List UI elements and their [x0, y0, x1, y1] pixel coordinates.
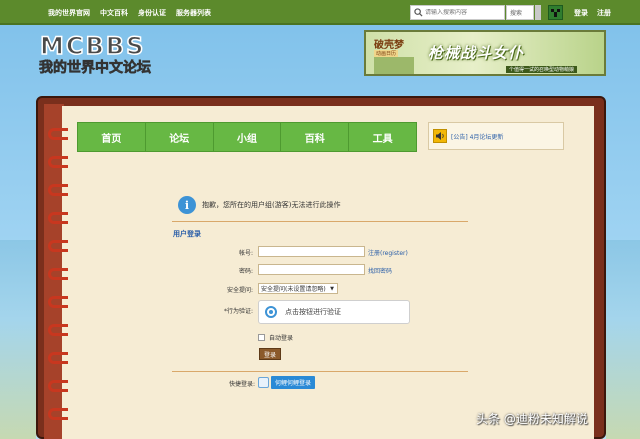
login-section-title: 用户登录	[173, 230, 201, 238]
nav-server-list[interactable]: 服务器列表	[176, 8, 211, 18]
binder-ring	[48, 184, 68, 196]
quick-login-label: 快捷登录:	[228, 381, 255, 388]
menu-forum[interactable]: 论坛	[146, 123, 214, 151]
binder-ring	[48, 156, 68, 168]
binder-ring	[48, 380, 68, 392]
background-scenery-left	[0, 240, 36, 439]
alert-text: 抱歉，您所在的用户组(游客)无法进行此操作	[202, 201, 341, 209]
logo-subtitle: 我的世界中文论坛	[39, 59, 151, 76]
permission-alert: i 抱歉，您所在的用户组(游客)无法进行此操作	[178, 196, 340, 214]
password-input[interactable]	[258, 264, 365, 275]
banner-headline: 枪械战斗女仆	[428, 44, 525, 62]
checkbox-box[interactable]	[258, 334, 265, 341]
quick-login-button[interactable]: 何鲤何鲤登录	[258, 376, 316, 389]
menu-groups[interactable]: 小组	[214, 123, 282, 151]
captcha-text: 点击按钮进行验证	[285, 308, 341, 316]
watermark: 头条 @迪粉未知解说	[476, 412, 588, 426]
binder-ring	[48, 128, 68, 140]
creeper-avatar-icon[interactable]	[548, 5, 563, 20]
captcha-button[interactable]: 点击按钮进行验证	[258, 300, 410, 324]
menu-tools[interactable]: 工具	[349, 123, 416, 151]
search-scope-dropdown[interactable]	[535, 5, 541, 20]
captcha-radio-icon	[265, 306, 277, 318]
background-scenery-right	[606, 240, 640, 439]
binder-ring	[48, 212, 68, 224]
quick-login-text: 何鲤何鲤登录	[271, 376, 316, 389]
announcement-link[interactable]: [公告] 4月论坛更新	[451, 132, 503, 141]
banner-caption: 个值得一试的召唤型动物萌娘	[506, 66, 578, 73]
banner-tag: 动画日历	[374, 50, 399, 57]
site-logo[interactable]: MCBBS 我的世界中文论坛	[36, 30, 174, 76]
login-submit-button[interactable]: 登录	[259, 348, 281, 360]
security-question-value: 安全提问(未设置请忽略)	[261, 286, 326, 293]
binder-ring	[48, 296, 68, 308]
top-bar: 我的世界官网 中文百科 身份认证 服务器列表 搜索 登录 注册	[0, 0, 640, 25]
banner-title: 破壳梦	[374, 40, 404, 51]
security-question-label: 安全提问:	[226, 287, 253, 294]
nav-verification[interactable]: 身份认证	[138, 8, 166, 18]
speaker-icon	[433, 129, 447, 143]
security-question-select[interactable]: 安全提问(未设置请忽略) ▼	[258, 283, 338, 294]
search-scope-select[interactable]: 搜索	[506, 5, 534, 20]
divider	[172, 371, 468, 372]
auto-login-checkbox[interactable]: 自动登录	[258, 333, 293, 342]
menu-wiki[interactable]: 百科	[281, 123, 350, 151]
binder-ring	[48, 240, 68, 252]
search-icon	[411, 6, 425, 20]
search-scope-label: 搜索	[510, 10, 523, 17]
search-box	[410, 5, 505, 20]
banner-illustration	[374, 57, 414, 74]
binder-ring	[48, 352, 68, 364]
nav-wiki[interactable]: 中文百科	[100, 8, 128, 18]
password-label: 密码:	[238, 268, 253, 275]
quick-login-icon	[258, 377, 269, 388]
register-link-form[interactable]: 注册(register)	[368, 248, 408, 257]
nav-official-site[interactable]: 我的世界官网	[48, 8, 90, 18]
login-link[interactable]: 登录	[574, 0, 588, 25]
main-menu: 首页 论坛 小组 百科 工具	[77, 122, 417, 152]
promo-banner[interactable]: 破壳梦 动画日历 枪械战斗女仆 个值得一试的召唤型动物萌娘	[364, 30, 606, 76]
auto-login-label: 自动登录	[269, 335, 294, 342]
account-input[interactable]	[258, 246, 365, 257]
divider	[172, 221, 468, 222]
info-icon: i	[178, 196, 196, 214]
binder-ring	[48, 324, 68, 336]
captcha-label: *行为验证:	[223, 308, 253, 315]
announcement-box: [公告] 4月论坛更新	[428, 122, 564, 150]
binder-ring	[48, 408, 68, 420]
account-label: 帐号:	[238, 250, 253, 257]
forgot-password-link[interactable]: 找回密码	[368, 266, 392, 275]
register-link[interactable]: 注册	[597, 0, 611, 25]
menu-home[interactable]: 首页	[78, 123, 146, 151]
chevron-down-icon: ▼	[330, 286, 334, 292]
top-nav: 我的世界官网 中文百科 身份认证 服务器列表	[48, 0, 211, 25]
logo-text: MCBBS	[40, 32, 145, 60]
binder-ring	[48, 268, 68, 280]
search-input[interactable]	[425, 9, 501, 16]
